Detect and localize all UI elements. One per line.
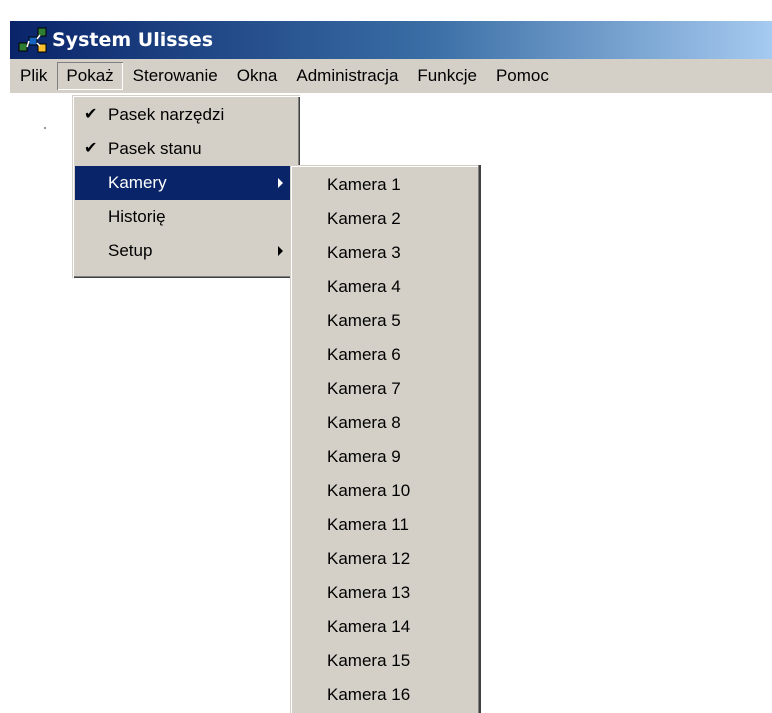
menu-item-kamera-16[interactable]: Kamera 16 (293, 678, 478, 712)
menu-item-label: Kamery (108, 173, 167, 192)
menu-item-kamera-15[interactable]: Kamera 15 (293, 644, 478, 678)
menu-item-pasek-stanu[interactable]: ✔ Pasek stanu (75, 132, 297, 166)
menu-item-kamera-1[interactable]: Kamera 1 (293, 168, 478, 202)
app-network-icon (18, 27, 47, 53)
menu-item-kamera-11[interactable]: Kamera 11 (293, 508, 478, 542)
menu-item-label: Pasek stanu (108, 139, 202, 158)
view-menu-popup: ✔ Pasek narzędzi ✔ Pasek stanu Kamery Hi… (72, 95, 300, 278)
check-icon: ✔ (84, 140, 98, 157)
submenu-arrow-icon (278, 178, 283, 188)
menu-okna[interactable]: Okna (228, 62, 287, 90)
menu-administracja[interactable]: Administracja (287, 62, 407, 90)
menu-pokaz[interactable]: Pokaż (57, 62, 122, 90)
menu-pomoc[interactable]: Pomoc (487, 62, 558, 90)
menu-item-kamera-9[interactable]: Kamera 9 (293, 440, 478, 474)
menu-sterowanie[interactable]: Sterowanie (124, 62, 227, 90)
menu-item-kamery[interactable]: Kamery (75, 166, 297, 200)
window-title: System Ulisses (52, 29, 214, 51)
menu-item-kamera-6[interactable]: Kamera 6 (293, 338, 478, 372)
title-bar[interactable]: System Ulisses (10, 21, 772, 59)
submenu-right-edge (478, 165, 481, 713)
menu-bar: Plik Pokaż Sterowanie Okna Administracja… (10, 59, 772, 93)
menu-item-kamera-7[interactable]: Kamera 7 (293, 372, 478, 406)
menu-funkcje[interactable]: Funkcje (408, 62, 486, 90)
menu-item-pasek-narzedzi[interactable]: ✔ Pasek narzędzi (75, 98, 297, 132)
menu-item-label: Pasek narzędzi (108, 105, 225, 124)
menu-plik[interactable]: Plik (11, 62, 56, 90)
menu-item-historie[interactable]: Historię (75, 200, 297, 234)
cameras-submenu: Kamera 1 Kamera 2 Kamera 3 Kamera 4 Kame… (290, 165, 481, 713)
check-icon: ✔ (84, 106, 98, 123)
window-top-area (0, 0, 772, 10)
submenu-arrow-icon (278, 246, 283, 256)
menu-item-kamera-10[interactable]: Kamera 10 (293, 474, 478, 508)
menu-item-kamera-2[interactable]: Kamera 2 (293, 202, 478, 236)
menu-item-kamera-5[interactable]: Kamera 5 (293, 304, 478, 338)
menu-item-setup[interactable]: Setup (75, 234, 297, 268)
client-dot (44, 127, 46, 129)
menu-item-kamera-12[interactable]: Kamera 12 (293, 542, 478, 576)
menu-item-kamera-3[interactable]: Kamera 3 (293, 236, 478, 270)
menu-item-kamera-13[interactable]: Kamera 13 (293, 576, 478, 610)
menu-item-kamera-14[interactable]: Kamera 14 (293, 610, 478, 644)
menu-item-kamera-4[interactable]: Kamera 4 (293, 270, 478, 304)
menu-item-kamera-8[interactable]: Kamera 8 (293, 406, 478, 440)
menu-item-label: Setup (108, 241, 153, 260)
menu-item-label: Historię (108, 207, 166, 226)
